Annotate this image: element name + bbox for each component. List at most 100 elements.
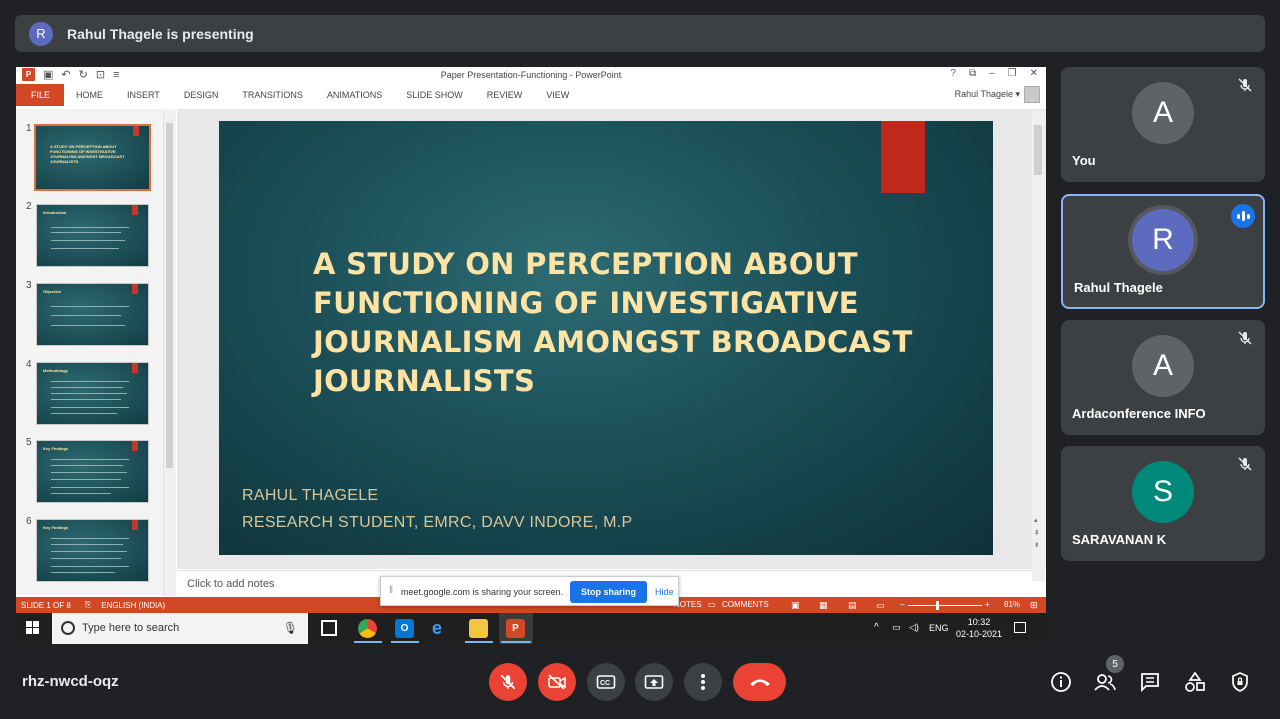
camera-off-icon bbox=[548, 674, 566, 690]
zoom-in-icon[interactable]: + bbox=[985, 600, 990, 609]
fit-slide-icon[interactable]: ⊞ bbox=[1030, 600, 1038, 611]
tab-transitions[interactable]: TRANSITIONS bbox=[230, 84, 315, 106]
tray-chevron-icon[interactable]: ^ bbox=[874, 622, 879, 633]
participant-tile-ardaconference[interactable]: A Ardaconference INFO bbox=[1061, 320, 1265, 435]
restore-icon[interactable]: ❐ bbox=[1008, 68, 1017, 79]
slide-author[interactable]: RAHUL THAGELE bbox=[242, 487, 378, 505]
current-slide[interactable]: A STUDY ON PERCEPTION ABOUT FUNCTIONING … bbox=[219, 121, 993, 555]
meeting-details-button[interactable] bbox=[1048, 669, 1074, 695]
ribbon-options-icon[interactable]: ⧉ bbox=[969, 68, 976, 79]
tab-slide-show[interactable]: SLIDE SHOW bbox=[394, 84, 475, 106]
captions-button[interactable]: CC bbox=[587, 663, 625, 701]
slide-sorter-icon[interactable]: ▦ bbox=[819, 600, 828, 611]
task-view-icon[interactable] bbox=[321, 620, 337, 636]
avatar: S bbox=[1132, 461, 1194, 523]
language-indicator[interactable]: ENGLISH (INDIA) bbox=[101, 601, 165, 610]
thumbnails-scrollbar[interactable] bbox=[163, 111, 175, 596]
notification-center-icon[interactable] bbox=[1014, 622, 1026, 633]
tab-animations[interactable]: ANIMATIONS bbox=[315, 84, 394, 106]
spell-check-icon[interactable]: ⎘ bbox=[85, 600, 91, 610]
hide-button[interactable]: Hide bbox=[655, 587, 674, 597]
thumbnail-image[interactable]: Key Findings bbox=[36, 440, 149, 503]
present-now-button[interactable] bbox=[635, 663, 673, 701]
minimize-icon[interactable]: – bbox=[989, 68, 995, 79]
zoom-slider[interactable] bbox=[908, 605, 982, 606]
thumbnail-slide-2[interactable]: 2 Introduction bbox=[16, 201, 176, 271]
participant-tile-you[interactable]: A You bbox=[1061, 67, 1265, 182]
drag-handle-icon[interactable]: ‖ bbox=[389, 585, 393, 596]
thumbnail-slide-5[interactable]: 5 Key Findings bbox=[16, 437, 176, 507]
thumbnail-slide-1[interactable]: 1 A STUDY ON PERCEPTION ABOUT FUNCTIONIN… bbox=[16, 123, 176, 193]
meeting-code[interactable]: rhz-nwcd-oqz bbox=[22, 673, 119, 690]
leave-call-button[interactable] bbox=[733, 663, 786, 701]
thumbnail-slide-6[interactable]: 6 Key Findings bbox=[16, 516, 176, 586]
thumbnail-slide-3[interactable]: 3 Objective bbox=[16, 280, 176, 350]
participant-tile-presenter[interactable]: R Rahul Thagele bbox=[1061, 194, 1265, 309]
tab-review[interactable]: REVIEW bbox=[475, 84, 535, 106]
avatar: A bbox=[1132, 82, 1194, 144]
file-explorer-icon[interactable] bbox=[469, 619, 488, 638]
mic-toggle-button[interactable] bbox=[489, 663, 527, 701]
tab-design[interactable]: DESIGN bbox=[172, 84, 231, 106]
shield-lock-icon bbox=[1232, 672, 1248, 692]
zoom-level[interactable]: 81% bbox=[1004, 600, 1020, 609]
thumbnail-image[interactable]: Key Findings bbox=[36, 519, 149, 582]
reading-view-icon[interactable]: ▤ bbox=[848, 600, 857, 611]
battery-icon[interactable]: ▭ bbox=[892, 622, 901, 633]
edge-icon[interactable]: e bbox=[432, 619, 451, 638]
tab-home[interactable]: HOME bbox=[64, 84, 115, 106]
microphone-icon[interactable]: 🎙 bbox=[283, 621, 298, 635]
taskbar-search-placeholder: Type here to search bbox=[82, 622, 180, 634]
comments-icon[interactable]: ▭ bbox=[708, 600, 716, 609]
zoom-slider-thumb[interactable] bbox=[936, 601, 939, 610]
outlook-icon[interactable]: O bbox=[395, 619, 414, 638]
chrome-icon[interactable] bbox=[358, 619, 377, 638]
tab-file[interactable]: FILE bbox=[16, 84, 65, 106]
thumbnail-image[interactable]: Introduction bbox=[36, 204, 149, 267]
thumbnail-slide-4[interactable]: 4 Methodology bbox=[16, 359, 176, 429]
mic-off-icon bbox=[1238, 457, 1252, 471]
thumbnail-title: Key Findings bbox=[43, 446, 69, 451]
thumbnail-image[interactable]: A STUDY ON PERCEPTION ABOUT FUNCTIONING … bbox=[34, 124, 151, 191]
language-tray[interactable]: ENG bbox=[929, 623, 949, 633]
tab-view[interactable]: VIEW bbox=[534, 84, 581, 106]
thumbnail-image[interactable]: Methodology bbox=[36, 362, 149, 425]
comments-button[interactable]: COMMENTS bbox=[722, 600, 769, 609]
windows-start-icon[interactable] bbox=[26, 621, 40, 635]
volume-icon[interactable]: ◁) bbox=[909, 622, 919, 633]
chat-button[interactable] bbox=[1137, 669, 1163, 695]
slide-title[interactable]: A STUDY ON PERCEPTION ABOUT FUNCTIONING … bbox=[313, 245, 913, 401]
powerpoint-running-indicator bbox=[501, 641, 531, 643]
normal-view-icon[interactable]: ▣ bbox=[791, 600, 800, 611]
zoom-out-icon[interactable]: – bbox=[900, 600, 904, 609]
more-options-button[interactable] bbox=[684, 663, 722, 701]
thumbnail-image[interactable]: Objective bbox=[36, 283, 149, 346]
more-vert-icon bbox=[701, 674, 705, 690]
presenting-banner: R Rahul Thagele is presenting bbox=[15, 15, 1265, 52]
slide-affiliation[interactable]: RESEARCH STUDENT, EMRC, DAVV INDORE, M.P bbox=[242, 514, 632, 532]
clock-date: 02-10-2021 bbox=[956, 629, 1003, 639]
prev-slide-icon[interactable]: ⇞ bbox=[1034, 529, 1040, 537]
activities-button[interactable] bbox=[1182, 669, 1208, 695]
participant-tile-saravanan[interactable]: S SARAVANAN K bbox=[1061, 446, 1265, 561]
share-message: meet.google.com is sharing your screen. bbox=[401, 587, 564, 597]
close-icon[interactable]: ✕ bbox=[1030, 68, 1038, 79]
tab-insert[interactable]: INSERT bbox=[115, 84, 172, 106]
speaking-indicator-icon bbox=[1231, 204, 1255, 228]
stop-sharing-button[interactable]: Stop sharing bbox=[570, 581, 647, 603]
help-icon[interactable]: ? bbox=[950, 68, 956, 79]
taskbar-clock[interactable]: 10:32 02-10-2021 bbox=[956, 616, 1002, 640]
account-name[interactable]: Rahul Thagele ▾ bbox=[955, 89, 1020, 100]
taskbar-search[interactable]: Type here to search 🎙 bbox=[52, 613, 308, 644]
slide-thumbnails-pane: 1 A STUDY ON PERCEPTION ABOUT FUNCTIONIN… bbox=[16, 109, 176, 595]
camera-toggle-button[interactable] bbox=[538, 663, 576, 701]
scroll-up-icon[interactable]: ▴ bbox=[1034, 516, 1038, 524]
presenter-avatar: R bbox=[29, 21, 53, 46]
chat-icon bbox=[1141, 673, 1159, 693]
editor-scrollbar[interactable]: ▴ ⇞ ⇟ bbox=[1032, 111, 1045, 581]
next-slide-icon[interactable]: ⇟ bbox=[1034, 541, 1040, 549]
account-avatar-icon[interactable] bbox=[1024, 86, 1040, 103]
host-controls-button[interactable] bbox=[1227, 669, 1253, 695]
slideshow-view-icon[interactable]: ▭ bbox=[876, 600, 885, 611]
powerpoint-taskbar-icon[interactable]: P bbox=[506, 619, 525, 638]
